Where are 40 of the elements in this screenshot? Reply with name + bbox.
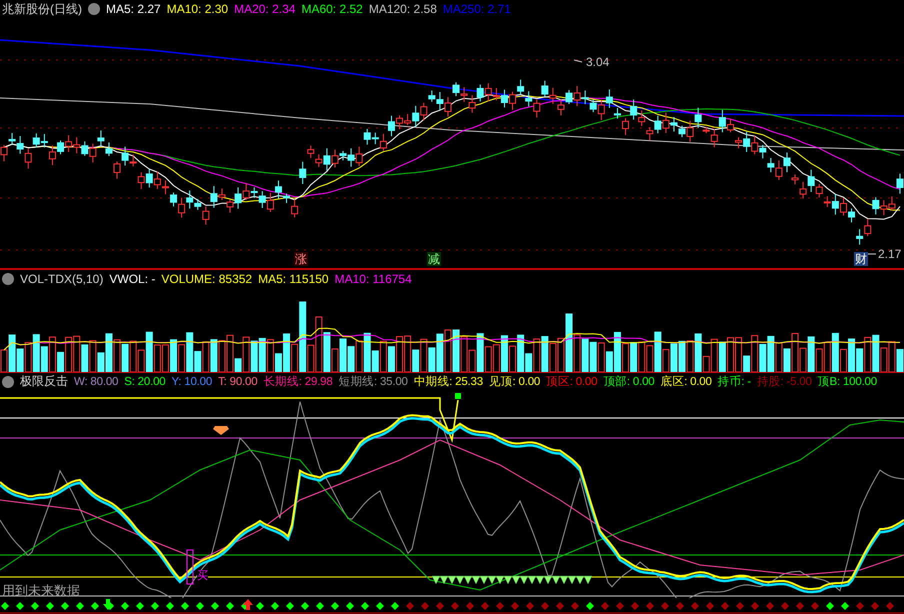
panel-title: VOL-TDX(5,10) <box>20 272 104 286</box>
indicator-value: 见顶: 0.00 <box>488 375 540 389</box>
event-marker[interactable]: 财 <box>854 252 868 266</box>
indicator-value: MA20: 2.34 <box>234 2 296 16</box>
up-arrow-icon <box>243 599 253 610</box>
indicator-value: MA120: 2.58 <box>368 2 437 16</box>
indicator-value: Y: 10.00 <box>171 376 212 388</box>
low-price-label: 2.17 <box>878 247 902 261</box>
event-marker[interactable]: 涨 <box>294 252 308 266</box>
buy-signal-bar <box>186 550 194 584</box>
buy-label: 买 <box>197 570 208 582</box>
gem-icon <box>213 426 229 435</box>
indicator-value: S: 20.00 <box>124 376 166 388</box>
event-marker[interactable]: 减 <box>427 252 441 266</box>
indicator-value: MA60: 2.52 <box>301 2 363 16</box>
indicator-value: 顶部: 0.00 <box>603 374 654 389</box>
chart-title: 兆新股份(日线) <box>2 0 82 18</box>
indicator-value: 顶B: 100.00 <box>818 375 877 389</box>
leader-line <box>574 60 582 62</box>
panel-title: 极限反击 <box>20 373 68 390</box>
indicator-value: 持币: - <box>718 374 751 389</box>
warning-text: 用到未来数据 <box>2 583 80 598</box>
indicator-value: MA250: 2.71 <box>442 2 511 16</box>
indicator-value: T: 90.00 <box>218 376 258 388</box>
indicator-value: MA10: 116754 <box>334 272 412 286</box>
indicator-value: 底区: 0.00 <box>660 374 712 389</box>
indicator-value: VWOL: - <box>109 272 156 286</box>
indicator-value: 持股: -5.00 <box>756 374 812 389</box>
high-price-label: 3.04 <box>586 55 610 69</box>
indicator-value: 顶区: 0.00 <box>546 375 598 389</box>
indicator-value: 中期线: 25.33 <box>414 374 483 389</box>
indicator-value: MA10: 2.30 <box>166 2 228 16</box>
indicator-value: 长期线: 29.98 <box>263 374 333 389</box>
indicator-value: MA5: 2.27 <box>106 2 161 16</box>
down-arrow-icon <box>103 599 113 610</box>
indicator-value: VOLUME: 85352 <box>161 272 252 286</box>
indicator-value: W: 80.00 <box>74 376 118 388</box>
square-marker-icon <box>455 393 461 399</box>
indicator-value: 短期线: 35.00 <box>338 374 408 389</box>
indicator-value: MA5: 115150 <box>258 272 329 286</box>
